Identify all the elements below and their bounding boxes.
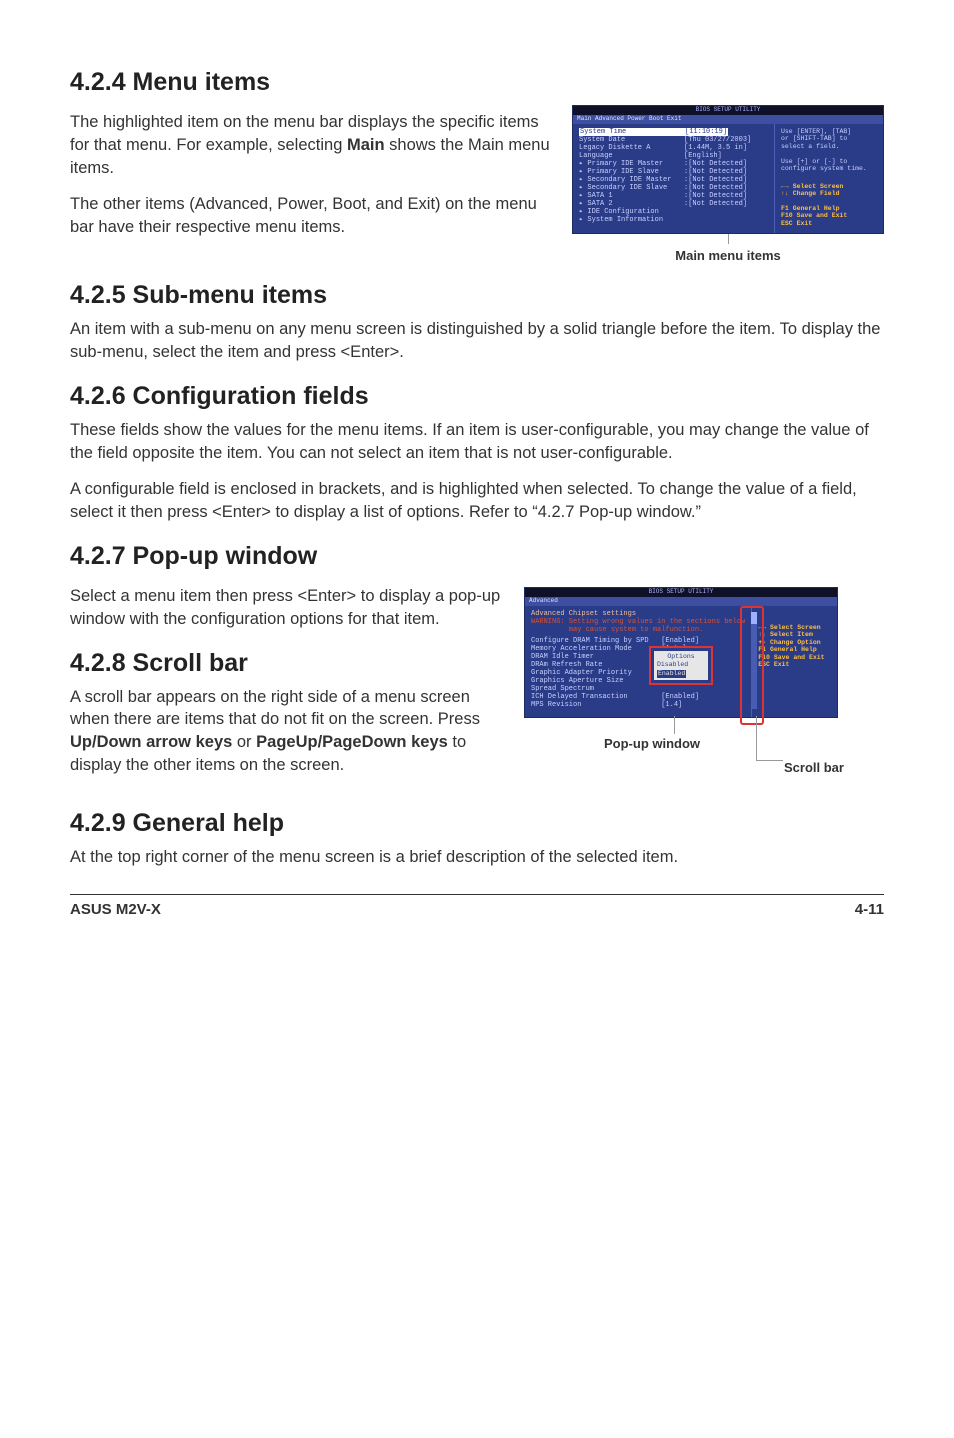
bios-item: ICH Delayed Transaction [Enabled] [531,693,745,701]
bios-nav-keys: ←→ Select Screen ↑↓ Change Field F1 Gene… [781,183,879,228]
bios-item: ▸ Secondary IDE Master :[Not Detected] [579,176,768,184]
bios-item: ▸ Primary IDE Master :[Not Detected] [579,160,768,168]
bios-menubar: Main Advanced Power Boot Exit [573,115,883,124]
bios-title: BIOS SETUP UTILITY [573,106,883,115]
para-424-2: The other items (Advanced, Power, Boot, … [70,193,554,239]
bold-updown: Up/Down arrow keys [70,733,232,751]
popup-option: Disabled [657,661,705,669]
bios-item: ▸ SATA 2 :[Not Detected] [579,200,768,208]
callout-line [728,234,729,244]
bios-item: Legacy Diskette A [1.44M, 3.5 in] [579,144,768,152]
heading-425: 4.2.5 Sub-menu items [70,281,884,310]
popup-option-selected: Enabled [657,670,686,678]
bios-help-panel: Use [ENTER], [TAB] or [SHIFT-TAB] to sel… [774,124,883,234]
heading-428: 4.2.8 Scroll bar [70,649,506,678]
para-428-1: A scroll bar appears on the right side o… [70,686,506,777]
bios-item: Configure DRAM Timing by SPD [Enabled] [531,637,745,645]
bios-item: ▸ Secondary IDE Slave :[Not Detected] [579,184,768,192]
bios-help-text: Use [ENTER], [TAB] or [SHIFT-TAB] to sel… [781,128,879,173]
callout-line [674,716,675,734]
bios-item: ▸ IDE Configuration [579,208,768,216]
bios-item: Spread Spectrum [531,685,745,693]
caption-popup-window: Pop-up window [604,736,700,751]
bios-advanced-screenshot: BIOS SETUP UTILITY Advanced Advanced Chi… [524,587,838,718]
heading-427: 4.2.7 Pop-up window [70,542,884,571]
bold-main: Main [347,136,385,154]
bios-main-panel: System Time [11:10:19] System Date [Thu … [573,124,774,234]
text: A scroll bar appears on the right side o… [70,688,480,729]
bios-item: ▸ SATA 1 :[Not Detected] [579,192,768,200]
bios-nav-keys: ←→ Select Screen ↑↓ Select Item +- Chang… [758,624,838,669]
bios-item: System Date [Thu 03/27/2003] [579,136,768,144]
bios-title: BIOS SETUP UTILITY [525,588,837,597]
para-429-1: At the top right corner of the menu scre… [70,846,884,869]
callout-line [756,716,821,760]
bios-item: ▸ System Information [579,216,768,224]
bios-item: Graphics Aperture Size [Enabled] [531,677,745,685]
bios-item: DRAm Refresh Rate [531,661,745,669]
bios-popup-window: Options Disabled Enabled [649,646,713,685]
bios-scrollbar [751,612,757,709]
heading-429: 4.2.9 General help [70,809,884,838]
para-426-1: These fields show the values for the men… [70,419,884,465]
bios-item: DRAM Idle Timer [531,653,745,661]
footer-right: 4-11 [855,901,884,918]
heading-426: 4.2.6 Configuration fields [70,382,884,411]
bios-main-screenshot: BIOS SETUP UTILITY Main Advanced Power B… [572,105,884,234]
bios-item: Language [English] [579,152,768,160]
bios-help-panel: ←→ Select Screen ↑↓ Select Item +- Chang… [751,606,842,718]
popup-title: Options [657,653,705,661]
bold-pageupdown: PageUp/PageDown keys [256,733,448,751]
bios-item: Memory Acceleration Mode [Auto] [531,645,745,653]
caption-main-menu-items: Main menu items [572,248,884,263]
footer-left: ASUS M2V-X [70,901,161,918]
bios-item-system-time: System Time [11:10:19] [579,128,728,136]
bios-menubar: Advanced [525,597,837,606]
text: or [232,733,256,751]
para-424-1: The highlighted item on the menu bar dis… [70,111,554,179]
bios-subtitle: Advanced Chipset settings [531,610,745,618]
para-426-2: A configurable field is enclosed in brac… [70,478,884,524]
caption-scroll-bar: Scroll bar [784,760,844,775]
heading-424: 4.2.4 Menu items [70,68,884,97]
bios-item: ▸ Primary IDE Slave :[Not Detected] [579,168,768,176]
para-427-1: Select a menu item then press <Enter> to… [70,585,506,631]
bios-warning: WARNING: Setting wrong values in the sec… [531,618,745,634]
bios-item: Graphic Adapter Priority [531,669,745,677]
para-425-1: An item with a sub-menu on any menu scre… [70,318,884,364]
bios-item: MPS Revision [1.4] [531,701,745,709]
bios-advanced-panel: Advanced Chipset settings WARNING: Setti… [525,606,751,718]
scrollbar-thumb [751,612,757,624]
